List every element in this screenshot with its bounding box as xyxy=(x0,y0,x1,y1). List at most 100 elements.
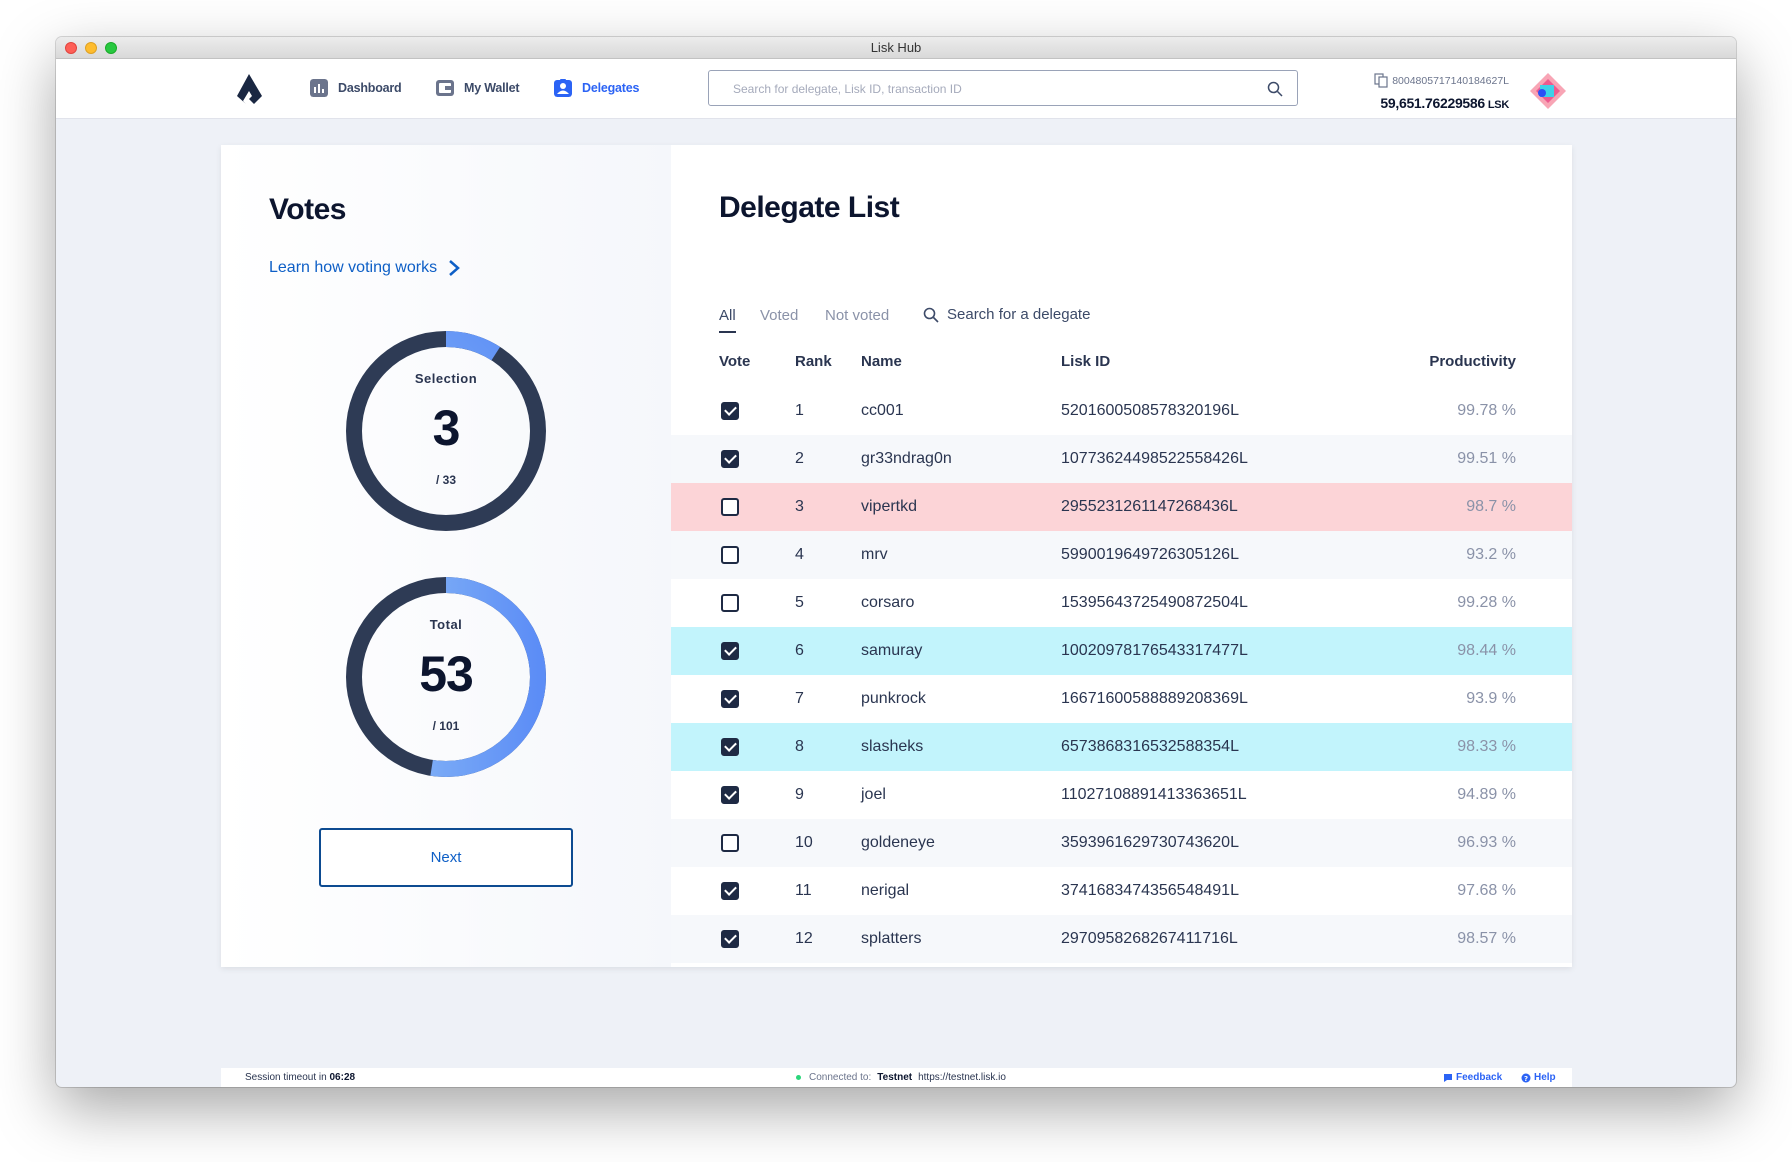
table-row[interactable]: 7 punkrock 16671600588889208369L 93.9 % xyxy=(671,675,1572,723)
help-icon: ? xyxy=(1521,1073,1531,1083)
vote-checkbox[interactable] xyxy=(721,498,739,516)
name-cell: mrv xyxy=(861,546,888,563)
maximize-window-button[interactable] xyxy=(105,42,117,54)
productivity-cell: 99.78 % xyxy=(1457,402,1516,419)
global-search-input[interactable] xyxy=(733,80,1253,98)
vote-checkbox[interactable] xyxy=(721,738,739,756)
name-cell: vipertkd xyxy=(861,498,918,515)
vote-checkbox[interactable] xyxy=(721,450,739,468)
vote-checkbox[interactable] xyxy=(721,786,739,804)
nav-wallet-label: My Wallet xyxy=(464,81,520,95)
rank-cell: 6 xyxy=(795,642,804,659)
minimize-window-button[interactable] xyxy=(85,42,97,54)
delegate-search xyxy=(923,304,1143,328)
table-row[interactable]: 6 samuray 10020978176543317477L 98.44 % xyxy=(671,627,1572,675)
account-balance-value: 59,651.76229586 xyxy=(1380,95,1485,111)
table-row[interactable]: 8 slasheks 6573868316532588354L 98.33 % xyxy=(671,723,1572,771)
vote-checkbox[interactable] xyxy=(721,834,739,852)
tab-all[interactable]: All xyxy=(719,307,736,333)
productivity-cell: 98.7 % xyxy=(1466,498,1516,515)
delegate-list-title: Delegate List xyxy=(719,191,900,224)
connected-to-label: Connected to: xyxy=(809,1072,872,1083)
table-row[interactable]: 5 corsaro 15395643725490872504L 99.28 % xyxy=(671,579,1572,627)
nav-dashboard[interactable]: Dashboard xyxy=(310,79,402,97)
tab-not-voted[interactable]: Not voted xyxy=(825,307,889,324)
status-dot-icon xyxy=(796,1075,801,1080)
name-cell: punkrock xyxy=(861,690,926,707)
table-row[interactable]: 12 splatters 2970958268267411716L 98.57 % xyxy=(671,915,1572,963)
name-cell: slasheks xyxy=(861,738,924,755)
vote-checkbox[interactable] xyxy=(721,930,739,948)
session-timeout-value: 06:28 xyxy=(329,1072,356,1083)
table-row[interactable]: 3 vipertkd 2955231261147268436L 98.7 % xyxy=(671,483,1572,531)
vote-checkbox[interactable] xyxy=(721,594,739,612)
lisk-id-cell: 10020978176543317477L xyxy=(1061,642,1248,659)
rank-cell: 9 xyxy=(795,786,804,803)
tab-voted[interactable]: Voted xyxy=(760,307,798,324)
top-bar: Dashboard My Wallet Delegates Search for… xyxy=(56,59,1736,119)
learn-voting-link[interactable]: Learn how voting works xyxy=(269,258,461,278)
column-rank[interactable]: Rank xyxy=(795,353,832,370)
table-row[interactable]: 9 joel 11027108891413363651L 94.89 % xyxy=(671,771,1572,819)
selection-label: Selection xyxy=(414,371,478,386)
account-address[interactable]: 8004805717140184627L xyxy=(1374,73,1509,88)
table-header: Vote Rank Name Lisk ID Productivity xyxy=(671,353,1572,383)
search-icon xyxy=(923,307,939,323)
search-icon[interactable] xyxy=(1267,81,1283,97)
rank-cell: 4 xyxy=(795,546,804,563)
total-max: / 101 xyxy=(432,719,460,733)
vote-checkbox[interactable] xyxy=(721,546,739,564)
table-row[interactable]: 11 nerigal 3741683474356548491L 97.68 % xyxy=(671,867,1572,915)
help-link[interactable]: ? Help xyxy=(1521,1072,1556,1083)
nav-my-wallet[interactable]: My Wallet xyxy=(436,79,520,97)
chevron-right-icon xyxy=(449,260,460,276)
lisk-id-cell: 15395643725490872504L xyxy=(1061,594,1248,611)
productivity-cell: 98.57 % xyxy=(1457,930,1516,947)
lisk-id-cell: 10773624498522558426L xyxy=(1061,450,1248,467)
table-row[interactable]: 4 mrv 5990019649726305126L 93.2 % xyxy=(671,531,1572,579)
total-ring: Total 53 / 101 xyxy=(346,577,546,777)
selection-ring: Selection 3 / 33 xyxy=(346,331,546,531)
productivity-cell: 99.28 % xyxy=(1457,594,1516,611)
rank-cell: 10 xyxy=(795,834,813,851)
delegate-table: 1 cc001 5201600508578320196L 99.78 % 2 gr33nd… xyxy=(671,387,1572,963)
lisk-id-cell: 3593961629730743620L xyxy=(1061,834,1239,851)
productivity-cell: 98.44 % xyxy=(1457,642,1516,659)
vote-checkbox[interactable] xyxy=(721,882,739,900)
close-window-button[interactable] xyxy=(65,42,77,54)
next-button[interactable]: Next xyxy=(319,828,573,887)
productivity-cell: 96.93 % xyxy=(1457,834,1516,851)
column-lisk-id[interactable]: Lisk ID xyxy=(1061,353,1110,370)
table-row[interactable]: 2 gr33ndrag0n 10773624498522558426L 99.51 % xyxy=(671,435,1572,483)
selection-max: / 33 xyxy=(435,473,456,487)
app-window: Lisk Hub Dashboard My Wallet Delegates S… xyxy=(56,37,1736,1087)
name-cell: joel xyxy=(861,786,886,803)
rank-cell: 3 xyxy=(795,498,804,515)
vote-checkbox[interactable] xyxy=(721,690,739,708)
column-vote[interactable]: Vote xyxy=(719,353,750,370)
productivity-cell: 98.33 % xyxy=(1457,738,1516,755)
lisk-logo[interactable] xyxy=(234,73,264,105)
window-title: Lisk Hub xyxy=(870,40,922,55)
vote-checkbox[interactable] xyxy=(721,402,739,420)
nav-delegates[interactable]: Delegates xyxy=(554,79,639,97)
votes-panel: Votes Learn how voting works Selection 3… xyxy=(221,145,671,967)
table-row[interactable]: 10 goldeneye 3593961629730743620L 96.93 % xyxy=(671,819,1572,867)
total-label: Total xyxy=(429,617,463,632)
lisk-id-cell: 16671600588889208369L xyxy=(1061,690,1248,707)
lisk-id-cell: 2955231261147268436L xyxy=(1061,498,1238,515)
feedback-link[interactable]: Feedback xyxy=(1443,1072,1502,1083)
vote-checkbox[interactable] xyxy=(721,642,739,660)
delegate-search-input[interactable] xyxy=(947,306,1137,323)
name-cell: corsaro xyxy=(861,594,915,611)
column-name[interactable]: Name xyxy=(861,353,902,370)
wallet-icon xyxy=(436,80,454,96)
table-row[interactable]: 1 cc001 5201600508578320196L 99.78 % xyxy=(671,387,1572,435)
avatar[interactable] xyxy=(1528,71,1568,111)
column-productivity[interactable]: Productivity xyxy=(1429,353,1516,370)
status-footer: Session timeout in 06:28 Connected to: T… xyxy=(221,1068,1572,1087)
feedback-label: Feedback xyxy=(1456,1072,1503,1083)
connection-status: Connected to: Testnet https://testnet.li… xyxy=(796,1072,1006,1083)
copy-icon[interactable] xyxy=(1374,73,1388,88)
selection-value: 3 xyxy=(432,400,461,456)
